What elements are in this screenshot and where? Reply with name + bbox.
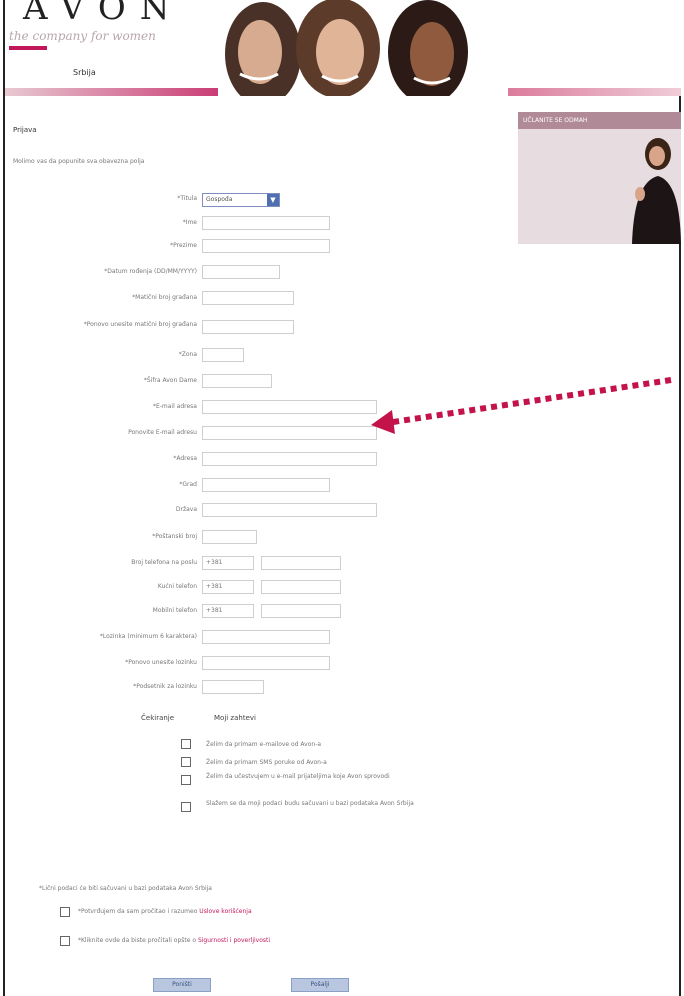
terms-link[interactable]: Uslove korišćenja <box>199 908 251 915</box>
row-email-repeat: Ponovite E-mail adresu <box>5 426 197 444</box>
sms-pref-label: Želim da primam SMS poruke od Avon-a <box>206 759 327 766</box>
field-label: *Datum rođenja (DD/MM/YYYY) <box>104 268 197 275</box>
join-now-panel[interactable]: UČLANITE SE ODMAH <box>518 112 681 244</box>
privacy-checkbox[interactable] <box>60 936 70 946</box>
row-city: *Grad <box>5 478 197 496</box>
submit-button[interactable]: Pošalji <box>291 978 349 992</box>
field-label: *Ponovo unesite matični broj građana <box>83 321 197 328</box>
terms-label: *Potvrđujem da sam pročitao i razumeo Us… <box>78 908 378 916</box>
join-now-title: UČLANITE SE ODMAH <box>518 112 681 129</box>
row-home-phone: Kućni telefon <box>5 580 197 598</box>
field-label: Država <box>175 506 197 513</box>
privacy-link[interactable]: Sigurnosti i poverljivosti <box>198 937 270 944</box>
annotation-arrow-icon <box>371 377 672 434</box>
home-phone-input[interactable] <box>261 580 341 594</box>
row-email: *E-mail adresa <box>5 400 197 418</box>
chevron-down-icon[interactable]: ▼ <box>267 194 279 206</box>
birth-date-input[interactable] <box>202 265 280 279</box>
pink-accent-line <box>9 46 47 50</box>
woman-photo <box>632 138 681 244</box>
password-hint-input[interactable] <box>202 680 264 694</box>
field-label: *Grad <box>179 481 197 488</box>
row-id-repeat: *Ponovo unesite matični broj građana <box>5 318 197 344</box>
email-pref-label: Želim da primam e-mailove od Avon-a <box>206 741 322 748</box>
field-label: *E-mail adresa <box>152 403 197 410</box>
first-name-input[interactable] <box>202 216 330 230</box>
id-repeat-input[interactable] <box>202 320 294 334</box>
form-note: Molimo vas da popunite sva obavezna polj… <box>13 158 145 165</box>
field-label: Broj telefona na poslu <box>131 559 197 566</box>
email-input[interactable] <box>202 400 377 414</box>
row-last-name: *Prezime <box>5 239 197 257</box>
row-zone: *Zona <box>5 348 197 366</box>
field-label: *Lozinka (minimum 6 karaktera) <box>99 633 197 640</box>
terms-text: *Potvrđujem da sam pročitao i razumeo <box>78 908 200 915</box>
header-banner: AVON the company for women Srbija <box>5 0 681 96</box>
country-label: Srbija <box>73 68 96 77</box>
last-name-input[interactable] <box>202 239 330 253</box>
id-number-input[interactable] <box>202 291 294 305</box>
row-country: Država <box>5 503 197 521</box>
postal-code-input[interactable] <box>202 530 257 544</box>
sms-pref-checkbox[interactable] <box>181 757 191 767</box>
database-pref-label: Slažem se da moji podaci budu sačuvani u… <box>206 800 414 807</box>
row-first-name: *Ime <box>5 216 197 234</box>
friend-pref-label: Želim da učestvujem u e-mail prijateljim… <box>206 773 390 780</box>
email-pref-checkbox[interactable] <box>181 739 191 749</box>
zone-input[interactable] <box>202 348 244 362</box>
field-label: *Prezime <box>170 242 197 249</box>
terms-checkbox[interactable] <box>60 907 70 917</box>
city-input[interactable] <box>202 478 330 492</box>
row-password: *Lozinka (minimum 6 karaktera) <box>5 630 197 648</box>
reset-button[interactable]: Poništi <box>153 978 211 992</box>
mobile-phone-code-input[interactable]: +381 <box>202 604 254 618</box>
field-label: Kućni telefon <box>157 583 197 590</box>
password-repeat-input[interactable] <box>202 656 330 670</box>
field-label: *Šifra Avon Dame <box>143 377 197 384</box>
privacy-text: *Kliknite ovde da biste pročitali opšte … <box>78 937 198 944</box>
row-mobile-phone: Mobilni telefon <box>5 604 197 622</box>
privacy-label: *Kliknite ovde da biste pročitali opšte … <box>78 937 388 945</box>
women-photo <box>218 0 508 96</box>
tagline: the company for women <box>9 29 156 43</box>
country-input[interactable] <box>202 503 377 517</box>
preferences-right-title: Moji zahtevi <box>214 714 256 722</box>
home-phone-code-input[interactable]: +381 <box>202 580 254 594</box>
row-birth-date: *Datum rođenja (DD/MM/YYYY) <box>5 265 197 283</box>
field-label: Mobilni telefon <box>152 607 197 614</box>
row-password-hint: *Podsetnik za lozinku <box>5 680 197 698</box>
mobile-phone-input[interactable] <box>261 604 341 618</box>
field-label: *Matični broj građana <box>132 294 197 301</box>
row-work-phone: Broj telefona na poslu <box>5 556 197 574</box>
email-repeat-input[interactable] <box>202 426 377 440</box>
row-password-repeat: *Ponovo unesite lozinku <box>5 656 197 674</box>
field-label: *Titula <box>177 195 197 202</box>
row-postal-code: *Poštanski broj <box>5 530 197 548</box>
work-phone-code-input[interactable]: +381 <box>202 556 254 570</box>
avon-logo[interactable]: AVON <box>23 0 183 28</box>
friend-pref-checkbox[interactable] <box>181 775 191 785</box>
field-label: *Adresa <box>173 455 197 462</box>
field-label: *Zona <box>178 351 197 358</box>
field-label: *Podsetnik za lozinku <box>133 683 197 690</box>
field-label: Ponovite E-mail adresu <box>128 429 197 436</box>
avon-code-input[interactable] <box>202 374 272 388</box>
row-address: *Adresa <box>5 452 197 470</box>
work-phone-input[interactable] <box>261 556 341 570</box>
page-frame: AVON the company for women Srbija Prijav… <box>3 0 681 996</box>
preferences-left-title: Čekiranje <box>141 714 175 722</box>
row-id-number: *Matični broj građana <box>5 291 197 309</box>
address-input[interactable] <box>202 452 377 466</box>
field-label: *Ponovo unesite lozinku <box>125 659 197 666</box>
row-avon-code: *Šifra Avon Dame <box>5 374 197 392</box>
database-pref-checkbox[interactable] <box>181 802 191 812</box>
field-label: *Poštanski broj <box>152 533 197 540</box>
field-label: *Ime <box>182 219 197 226</box>
form-title: Prijava <box>13 126 37 134</box>
privacy-intro: *Lični podaci će biti sačuvani u bazi po… <box>39 885 212 892</box>
password-input[interactable] <box>202 630 330 644</box>
row-title: *Titula <box>5 192 197 210</box>
